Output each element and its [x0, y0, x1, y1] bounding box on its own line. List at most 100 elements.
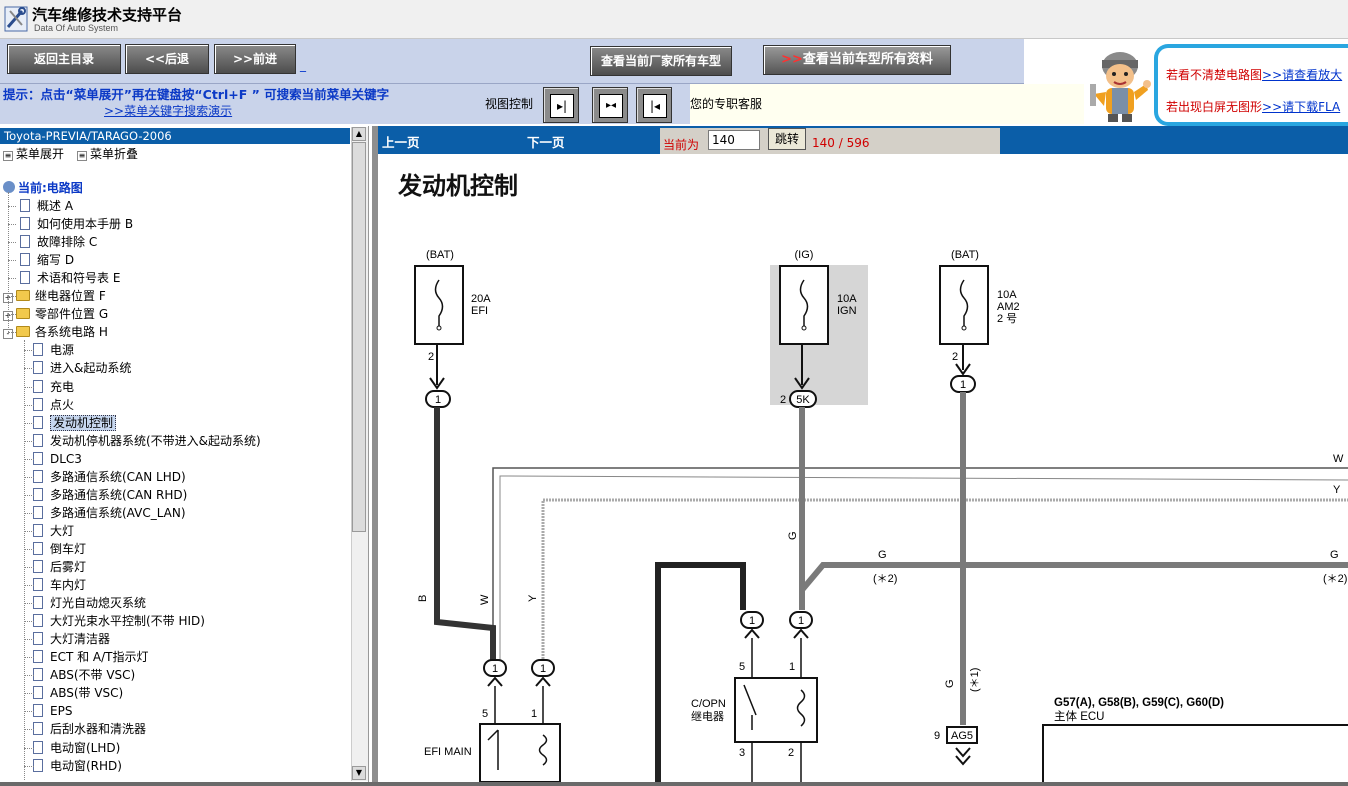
- back-button[interactable]: <<后退: [125, 44, 209, 74]
- tree-connector: [24, 621, 34, 622]
- tree-item[interactable]: 灯光自动熄灭系统: [33, 594, 146, 612]
- tree-item[interactable]: 大灯清洁器: [33, 630, 110, 648]
- conn-copn-1: 1: [749, 615, 755, 627]
- tree-item-label: 术语和符号表 E: [37, 271, 121, 285]
- forward-button[interactable]: >>前进: [214, 44, 296, 74]
- collapse-box-icon: ≡: [77, 151, 87, 161]
- document-icon: [33, 452, 43, 465]
- view-expand-button[interactable]: ▸|: [543, 87, 579, 123]
- tree-item[interactable]: 多路通信系统(CAN LHD): [33, 468, 186, 486]
- search-demo-link[interactable]: >>菜单关键字搜索演示: [104, 102, 232, 119]
- tree-item[interactable]: 后刮水器和清洗器: [33, 720, 146, 738]
- tree-item-label: 缩写 D: [37, 253, 75, 267]
- tree-connector: [24, 675, 34, 676]
- menu-expand-button[interactable]: ≡ 菜单展开: [3, 145, 64, 163]
- tree-item-label: 如何使用本手册 B: [37, 217, 134, 231]
- tree-item[interactable]: 倒车灯: [33, 540, 86, 558]
- tree-item[interactable]: ABS(不带 VSC): [33, 666, 135, 684]
- tree-connector: [8, 242, 16, 243]
- wire-g-label-2: G: [878, 549, 887, 561]
- zoom-diagram-link[interactable]: >>请查看放大: [1262, 68, 1342, 82]
- tree-folder[interactable]: + 零部件位置 G: [3, 305, 108, 323]
- tree-item[interactable]: 如何使用本手册 B: [3, 215, 133, 233]
- fuse1-source: (BAT): [426, 249, 454, 261]
- page-number-input[interactable]: [708, 130, 760, 150]
- tree-item[interactable]: 多路通信系统(CAN RHD): [33, 486, 187, 504]
- wire-b: [434, 407, 496, 665]
- tree-folder[interactable]: + 继电器位置 F: [3, 287, 106, 305]
- tree-item[interactable]: 多路通信系统(AVC_LAN): [33, 504, 186, 522]
- document-icon: [33, 470, 43, 483]
- folder-icon: [16, 308, 30, 319]
- tree-item[interactable]: 后雾灯: [33, 558, 86, 576]
- tree-item[interactable]: 电源: [33, 341, 74, 359]
- ag5-pin9: 9: [934, 730, 940, 742]
- document-icon: [33, 506, 43, 519]
- tree-item[interactable]: 大灯: [33, 522, 74, 540]
- tree-connector: [8, 296, 16, 297]
- document-icon: [33, 578, 43, 591]
- tree-item[interactable]: EPS: [33, 702, 72, 720]
- document-icon: [20, 235, 30, 248]
- banner-line-2: 若出现白屏无图形>>请下载FLA: [1166, 98, 1340, 115]
- copn-label-1: C/OPN: [691, 698, 726, 710]
- nav-underscore-link[interactable]: _: [300, 58, 306, 72]
- next-page-link[interactable]: 下一页: [527, 132, 565, 151]
- prev-page-link[interactable]: 上一页: [382, 132, 420, 151]
- tree-item[interactable]: 大灯光束水平控制(不带 HID): [33, 612, 205, 630]
- tree-item[interactable]: DLC3: [33, 450, 82, 468]
- fuse2-box: [779, 265, 829, 345]
- tree-item[interactable]: 故障排除 C: [3, 233, 97, 251]
- banner-line-1-text: 若看不清楚电路图: [1166, 68, 1263, 82]
- tree-connector: [8, 260, 16, 261]
- tree-item[interactable]: 点火: [33, 396, 74, 414]
- tree-connector: [24, 459, 34, 460]
- tree-item[interactable]: 充电: [33, 378, 74, 396]
- document-icon: [33, 488, 43, 501]
- all-models-button[interactable]: 查看当前厂家所有车型: [590, 46, 732, 76]
- scroll-up-icon[interactable]: ▲: [352, 127, 366, 141]
- all-docs-button[interactable]: >>查看当前车型所有资料: [763, 45, 951, 75]
- arrow-left-icon: |◂: [643, 94, 667, 118]
- tree-item[interactable]: 术语和符号表 E: [3, 269, 120, 287]
- tree-item-label: 继电器位置 F: [35, 289, 106, 303]
- tree-item[interactable]: 进入&起动系统: [33, 359, 131, 377]
- home-button[interactable]: 返回主目录: [7, 44, 121, 74]
- document-icon: [33, 416, 43, 429]
- jump-button[interactable]: 跳转: [768, 128, 806, 150]
- ecu-box: [1042, 724, 1348, 782]
- tree-item[interactable]: ABS(带 VSC): [33, 684, 123, 702]
- view-collapse-button[interactable]: |◂: [636, 87, 672, 123]
- diagram-title: 发动机控制: [398, 172, 518, 200]
- wire-y-label-vertical: Y: [527, 594, 539, 602]
- document-icon: [33, 722, 43, 735]
- tree-item-label: 灯光自动熄灭系统: [50, 596, 147, 610]
- wire-y: [541, 498, 1348, 665]
- view-split-button[interactable]: ▸◂: [592, 87, 628, 123]
- tree-item-label: 电动窗(RHD): [50, 759, 122, 773]
- menu-collapse-button[interactable]: ≡ 菜单折叠: [77, 145, 138, 163]
- menu-expand-label: 菜单展开: [16, 147, 65, 161]
- fuse2-source: (IG): [795, 249, 814, 261]
- service-text: 您的专职客服: [690, 97, 763, 111]
- tree-item[interactable]: ECT 和 A/T指示灯: [33, 648, 149, 666]
- tree-item[interactable]: 发动机控制: [33, 414, 117, 432]
- tree-root[interactable]: 当前:电路图: [3, 179, 83, 197]
- tree-connector: [8, 332, 16, 333]
- copn-pin3: 3: [739, 747, 745, 759]
- copn-relay: [734, 677, 818, 743]
- tree-item-label: 概述 A: [37, 199, 74, 213]
- tree-item[interactable]: 电动窗(RHD): [33, 757, 122, 775]
- scroll-down-icon[interactable]: ▼: [352, 766, 366, 780]
- document-icon: [33, 560, 43, 573]
- copn-pin1: 1: [789, 661, 795, 673]
- tree-item[interactable]: 发动机停机器系统(不带进入&起动系统): [33, 432, 261, 450]
- tree-item-label: 倒车灯: [50, 542, 87, 556]
- tree-item[interactable]: 电动窗(LHD): [33, 739, 120, 757]
- tree-scroll-thumb[interactable]: [352, 142, 366, 532]
- tree-item-label: 大灯清洁器: [50, 632, 111, 646]
- tree-item[interactable]: 车内灯: [33, 576, 86, 594]
- fuse1-pin: 2: [428, 351, 434, 363]
- tree-folder[interactable]: - 各系统电路 H: [3, 323, 108, 341]
- download-flash-link[interactable]: >>请下载FLA: [1262, 100, 1340, 114]
